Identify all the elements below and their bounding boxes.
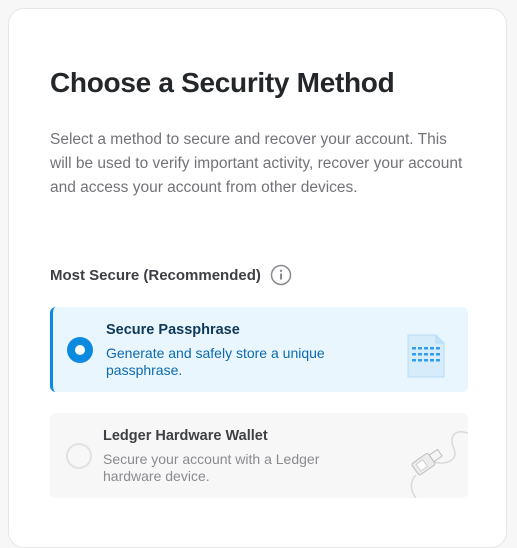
page-title: Choose a Security Method: [50, 67, 395, 98]
radio-unselected[interactable]: [66, 443, 92, 469]
section-header: Most Secure (Recommended): [50, 264, 292, 286]
security-method-card: Choose a Security Method Select a method…: [8, 8, 507, 548]
option-description: Secure your account with a Ledger hardwa…: [103, 451, 320, 484]
option-title: Secure Passphrase: [106, 322, 240, 338]
radio-selected[interactable]: [67, 337, 93, 363]
option-ledger-hardware-wallet[interactable]: Ledger Hardware Wallet Secure your accou…: [50, 413, 469, 499]
passphrase-document-icon: [388, 307, 468, 397]
page-description: Select a method to secure and recover yo…: [50, 131, 463, 196]
section-label: Most Secure (Recommended): [50, 266, 261, 284]
option-title: Ledger Hardware Wallet: [103, 428, 268, 444]
info-icon[interactable]: [270, 264, 292, 286]
usb-device-icon: [398, 413, 469, 503]
option-description: Generate and safely store a unique passp…: [106, 345, 325, 378]
option-secure-passphrase[interactable]: Secure Passphrase Generate and safely st…: [50, 307, 468, 392]
